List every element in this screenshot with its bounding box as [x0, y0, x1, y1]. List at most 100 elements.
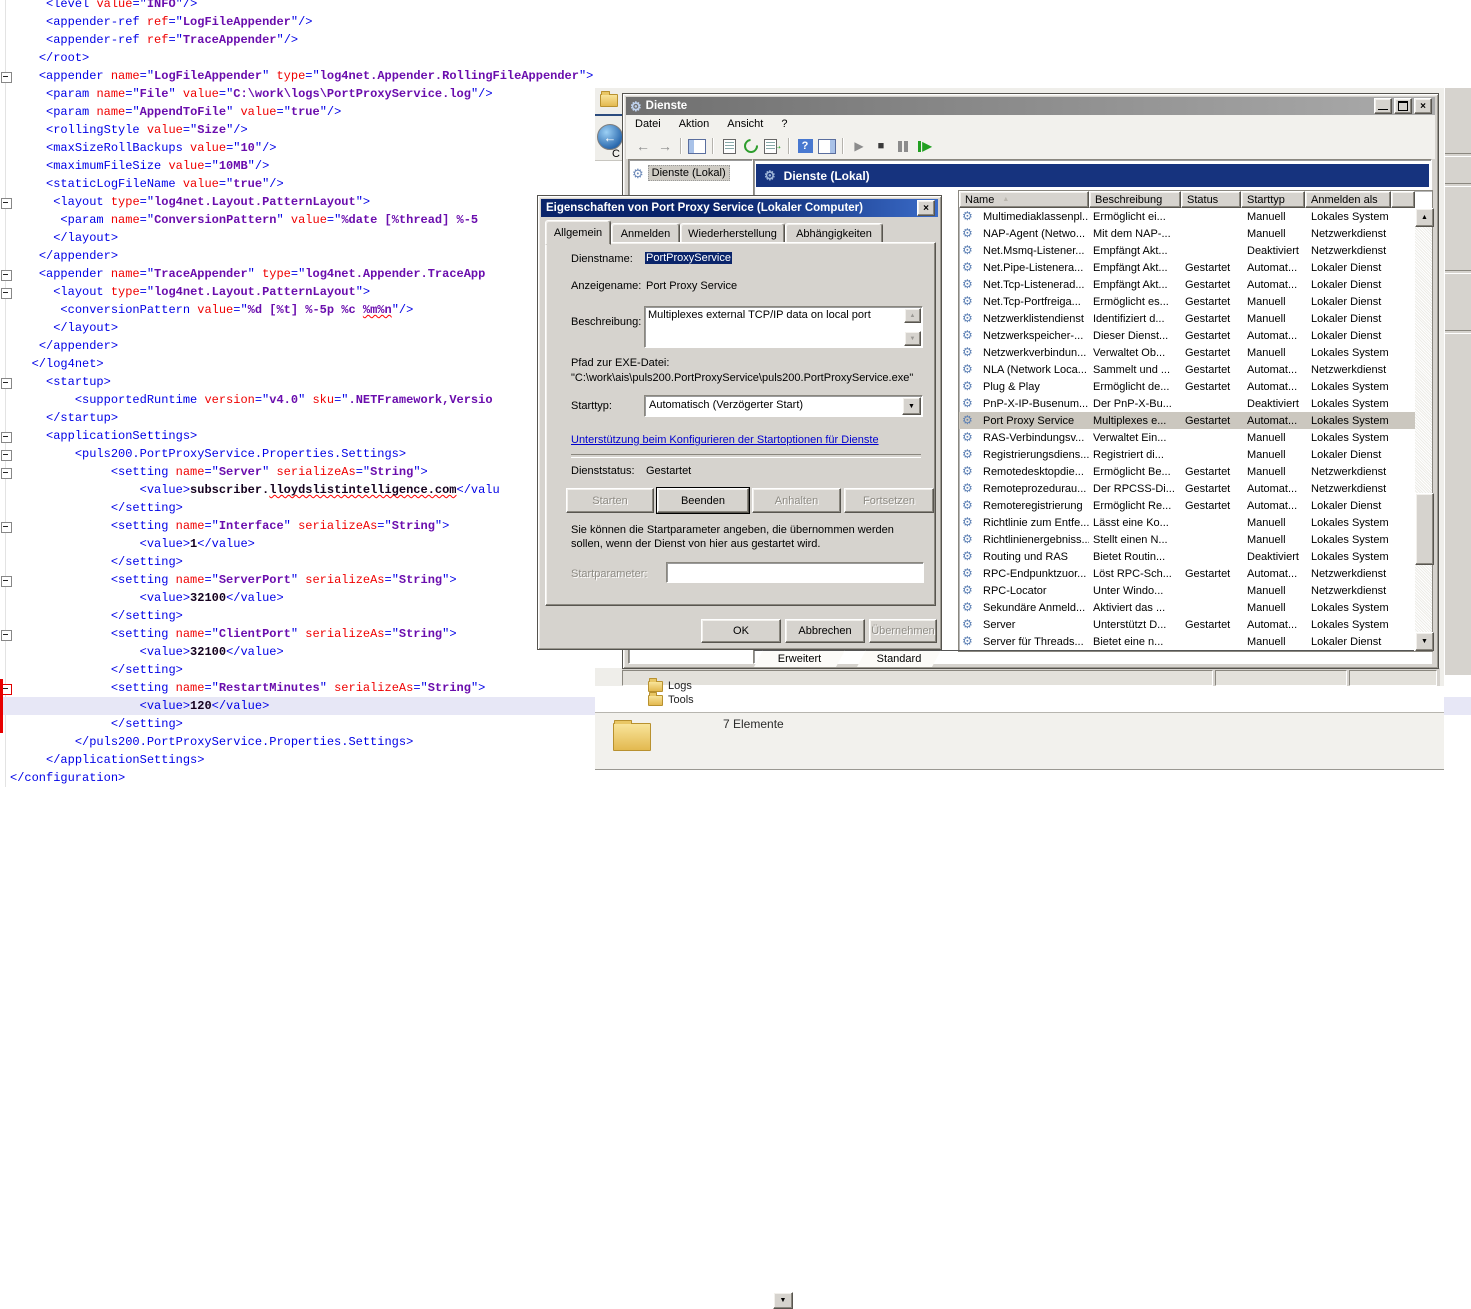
minimize-button[interactable]: — [1374, 98, 1392, 114]
pause-service-icon[interactable] [892, 136, 914, 156]
tree-item-dienste-lokal[interactable]: ⚙ Dienste (Lokal) [632, 165, 730, 181]
fold-toggle-icon[interactable] [1, 72, 12, 83]
column-header-name[interactable]: Name▲ [959, 191, 1089, 208]
table-row[interactable]: ⚙Sekundäre Anmeld...Aktiviert das ...Man… [959, 599, 1415, 616]
table-row[interactable]: ⚙Netzwerkspeicher-...Dieser Dienst...Ges… [959, 327, 1415, 344]
column-header-status[interactable]: Status [1181, 191, 1241, 208]
fortsetzen-button[interactable]: Fortsetzen [844, 488, 934, 513]
start-service-icon[interactable]: ▶ [848, 136, 870, 156]
table-row[interactable]: ⚙Richtlinienergebniss...Stellt einen N..… [959, 531, 1415, 548]
table-row[interactable]: ⚙Multimediaklassenpl...Ermöglicht ei...M… [959, 208, 1415, 225]
table-row[interactable]: ⚙NAP-Agent (Netwo...Mit dem NAP-...Manue… [959, 225, 1415, 242]
list-item[interactable]: Tools [648, 694, 694, 706]
dienste-titlebar[interactable]: ⚙ Dienste — × [626, 97, 1435, 115]
table-row[interactable]: ⚙ServerUnterstützt D...GestartetAutomat.… [959, 616, 1415, 633]
dienstname-value[interactable]: PortProxyService [645, 252, 732, 264]
ok-button[interactable]: OK [701, 619, 781, 643]
scroll-down-button[interactable]: ▼ [1415, 632, 1434, 651]
table-row[interactable]: ⚙RPC-Endpunktzuor...Löst RPC-Sch...Gesta… [959, 565, 1415, 582]
show-console-tree-icon[interactable] [686, 136, 708, 156]
forward-icon[interactable]: → [654, 136, 676, 156]
abbrechen-button[interactable]: Abbrechen [785, 619, 865, 643]
table-row[interactable]: ⚙PnP-X-IP-Busenum...Der PnP-X-Bu...Deakt… [959, 395, 1415, 412]
startoptionen-link[interactable]: Unterstützung beim Konfigurieren der Sta… [571, 434, 879, 446]
services-table[interactable]: Name▲BeschreibungStatusStarttypAnmelden … [958, 190, 1433, 652]
table-row[interactable]: ⚙Netzwerkverbindun...Verwaltet Ob...Gest… [959, 344, 1415, 361]
column-header-filler [1391, 191, 1415, 208]
anhalten-button[interactable]: Anhalten [752, 488, 841, 513]
table-row[interactable]: ⚙Richtlinie zum Entfe...Lässt eine Ko...… [959, 514, 1415, 531]
scrollbar-thumb[interactable] [1415, 493, 1434, 565]
list-item[interactable]: Logs [648, 680, 692, 692]
table-row[interactable]: ⚙NLA (Network Loca...Sammelt und ...Gest… [959, 361, 1415, 378]
table-row[interactable]: ⚙Plug & PlayErmöglicht de...GestartetAut… [959, 378, 1415, 395]
table-row[interactable]: ⚙NetzwerklistendienstIdentifiziert d...G… [959, 310, 1415, 327]
column-header-starttyp[interactable]: Starttyp [1241, 191, 1305, 208]
close-icon[interactable]: × [1414, 98, 1432, 114]
fold-toggle-icon[interactable] [1, 288, 12, 299]
starttyp-value: Automatisch (Verzögerter Start) [649, 399, 803, 411]
fold-toggle-icon[interactable] [1, 378, 12, 389]
fold-toggle-icon[interactable] [1, 198, 12, 209]
code-line[interactable]: <appender-ref ref="LogFileAppender"/> [10, 13, 1471, 31]
fold-toggle-icon[interactable] [1, 270, 12, 281]
fold-toggle-icon[interactable] [1, 576, 12, 587]
code-line[interactable]: </configuration> [10, 769, 1471, 787]
table-row[interactable]: ⚙Routing und RASBietet Routin...Deaktivi… [959, 548, 1415, 565]
table-row[interactable]: ⚙Net.Msmq-Listener...Empfängt Akt...Deak… [959, 242, 1415, 259]
column-header-beschreibung[interactable]: Beschreibung [1089, 191, 1181, 208]
menu-aktion[interactable]: Aktion [670, 116, 719, 132]
beenden-button[interactable]: Beenden [657, 488, 749, 513]
back-button[interactable]: ← [597, 124, 623, 150]
chevron-down-icon[interactable]: ▼ [902, 397, 921, 415]
starttyp-combobox[interactable]: Automatisch (Verzögerter Start) ▼ [644, 395, 923, 417]
view-tab-erweitert[interactable]: Erweitert [754, 650, 845, 667]
table-row[interactable]: ⚙Port Proxy ServiceMultiplexes e...Gesta… [959, 412, 1415, 429]
uebernehmen-button[interactable]: Übernehmen [869, 619, 937, 643]
table-row[interactable]: ⚙Remoteprozedurau...Der RPCSS-Di...Gesta… [959, 480, 1415, 497]
column-header-anmelden-als[interactable]: Anmelden als [1305, 191, 1391, 208]
starten-button[interactable]: Starten [566, 488, 654, 513]
help-icon[interactable]: ? [794, 136, 816, 156]
stop-service-icon[interactable]: ■ [870, 136, 892, 156]
dropdown-arrow-button[interactable]: ▼ [773, 1292, 793, 1309]
menu-ansicht[interactable]: Ansicht [718, 116, 772, 132]
fold-toggle-icon[interactable] [1, 630, 12, 641]
table-row[interactable]: ⚙RAS-Verbindungsv...Verwaltet Ein...Manu… [959, 429, 1415, 446]
scroll-up-button[interactable]: ▲ [1415, 208, 1434, 227]
table-row[interactable]: ⚙Server für Threads...Bietet eine n...Ma… [959, 633, 1415, 650]
menu-[interactable]: ? [772, 116, 796, 132]
code-line[interactable]: </root> [10, 49, 1471, 67]
maximize-button[interactable] [1394, 98, 1412, 114]
table-row[interactable]: ⚙Net.Tcp-Portfreiga...Ermöglicht es...Ge… [959, 293, 1415, 310]
fold-toggle-icon[interactable] [1, 450, 12, 461]
fold-toggle-icon[interactable] [1, 522, 12, 533]
code-line[interactable]: <appender name="LogFileAppender" type="l… [10, 67, 1471, 85]
menu-datei[interactable]: Datei [626, 116, 670, 132]
table-row[interactable]: ⚙Remotedesktopdie...Ermöglicht Be...Gest… [959, 463, 1415, 480]
vertical-scrollbar[interactable]: ▲ ▼ [1415, 208, 1432, 651]
table-row[interactable]: ⚙Net.Tcp-Listenerad...Empfängt Akt...Ges… [959, 276, 1415, 293]
table-row[interactable]: ⚙RemoteregistrierungErmöglicht Re...Gest… [959, 497, 1415, 514]
show-action-pane-icon[interactable] [816, 136, 838, 156]
beschreibung-textbox[interactable]: Multiplexes external TCP/IP data on loca… [644, 306, 923, 348]
table-row[interactable]: ⚙Net.Pipe-Listenera...Empfängt Akt...Ges… [959, 259, 1415, 276]
table-row[interactable]: ⚙RPC-LocatorUnter Windo...ManuellNetzwer… [959, 582, 1415, 599]
table-row[interactable]: ⚙Registrierungsdiens...Registriert di...… [959, 446, 1415, 463]
export-list-icon[interactable]: → [762, 136, 784, 156]
fold-toggle-icon[interactable] [1, 468, 12, 479]
restart-service-icon[interactable]: ▶ [914, 136, 936, 156]
startparameter-input[interactable] [666, 562, 924, 583]
close-icon[interactable]: × [917, 200, 935, 216]
tab-allgemein[interactable]: Allgemein [545, 220, 611, 245]
fold-toggle-icon[interactable] [1, 432, 12, 443]
code-line[interactable]: <appender-ref ref="TraceAppender"/> [10, 31, 1471, 49]
view-tab-standard[interactable]: Standard [857, 650, 941, 667]
properties-icon[interactable] [718, 136, 740, 156]
code-line[interactable]: <level value="INFO"/> [10, 0, 1471, 13]
refresh-icon[interactable] [740, 136, 762, 156]
scroll-up-button[interactable]: ▲ [904, 308, 921, 323]
dialog-titlebar[interactable]: Eigenschaften von Port Proxy Service (Lo… [541, 199, 938, 217]
back-icon[interactable]: ← [632, 136, 654, 156]
scroll-down-button[interactable]: ▼ [904, 331, 921, 346]
